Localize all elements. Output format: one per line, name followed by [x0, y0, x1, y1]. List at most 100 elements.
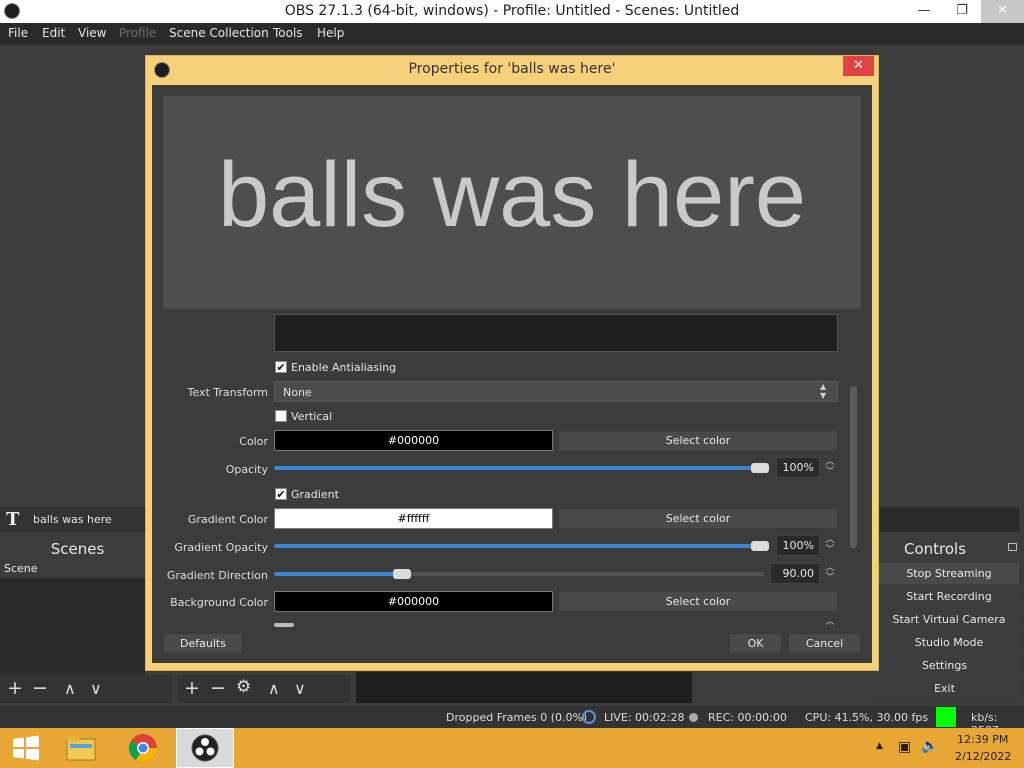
gradient-opacity-slider[interactable] [274, 544, 769, 548]
enable-antialiasing-label: Enable Antialiasing [291, 361, 397, 374]
menu-file[interactable]: File [8, 26, 28, 40]
minimize-button[interactable]: — [905, 0, 943, 23]
controls-header: Controls [903, 540, 967, 558]
rec-dot-icon [689, 713, 698, 722]
menu-tools[interactable]: Tools [273, 26, 303, 40]
scenes-list: Scene [0, 560, 145, 675]
menu-help[interactable]: Help [317, 26, 344, 40]
dialog-title: Properties for 'balls was here' [408, 61, 616, 77]
gradient-color-swatch: #ffffff [274, 508, 553, 529]
background-color-label: Background Color [170, 596, 268, 609]
enable-antialiasing-checkbox[interactable]: ✔ [275, 361, 287, 373]
menu-edit[interactable]: Edit [42, 26, 65, 40]
dropped-frames: Dropped Frames 0 (0.0%) [446, 711, 588, 724]
gradient-direction-spin-arrows-icon[interactable]: ︿ ﹀ [823, 563, 837, 585]
text-transform-value: None [283, 386, 312, 399]
restore-button[interactable]: ❐ [943, 0, 981, 23]
dialog-close-button[interactable]: ✕ [843, 56, 874, 76]
move-scene-down-icon[interactable]: ∨ [90, 679, 102, 698]
opacity-slider-handle[interactable] [751, 463, 769, 473]
stop-streaming-button[interactable]: Stop Streaming [879, 563, 1019, 584]
gradient-direction-slider-handle[interactable] [393, 569, 411, 579]
gradient-checkbox[interactable]: ✔ [275, 488, 287, 500]
chevron-updown-icon: ▲ ▼ [820, 382, 827, 400]
studio-mode-button[interactable]: Studio Mode [879, 632, 1019, 653]
gradient-opacity-spin-arrows-icon[interactable]: ︿ ﹀ [823, 535, 837, 557]
opacity-label: Opacity [225, 463, 268, 476]
file-explorer-taskbar-icon[interactable] [57, 728, 105, 768]
gradient-direction-slider-fill [274, 572, 397, 576]
gradient-direction-slider[interactable] [274, 572, 764, 576]
status-bar: Dropped Frames 0 (0.0%) LIVE: 00:02:28 R… [0, 706, 1024, 737]
clock-date[interactable]: 2/12/2022 [955, 750, 1011, 763]
network-icon[interactable]: ▣ [898, 739, 911, 755]
defaults-button[interactable]: Defaults [163, 633, 243, 654]
gradient-color-label: Gradient Color [187, 513, 268, 526]
menu-profile[interactable]: Profile [119, 26, 156, 40]
undock-icon[interactable] [1008, 543, 1017, 551]
volume-icon[interactable]: 🔈 [921, 738, 938, 754]
chrome-taskbar-icon[interactable] [119, 728, 167, 768]
move-scene-up-icon[interactable]: ∧ [64, 679, 76, 698]
menu-scene-collection[interactable]: Scene Collection [169, 26, 269, 40]
cancel-button[interactable]: Cancel [788, 633, 861, 654]
window-titlebar: OBS 27.1.3 (64-bit, windows) - Profile: … [0, 0, 1024, 23]
start-recording-button[interactable]: Start Recording [879, 586, 1019, 607]
show-hidden-icons-icon[interactable]: ▲ [876, 741, 883, 751]
select-color-button[interactable]: Select color [558, 430, 838, 451]
gradient-select-color-button[interactable]: Select color [558, 508, 838, 529]
gradient-opacity-slider-fill [274, 544, 769, 548]
scenes-header: Scenes [50, 540, 105, 558]
clock-time[interactable]: 12:39 PM [957, 733, 1008, 746]
text-transform-select[interactable]: None ▲ ▼ [274, 381, 838, 402]
background-color-swatch: #000000 [274, 591, 553, 612]
rec-time: REC: 00:00:00 [708, 711, 787, 724]
close-button[interactable]: ✕ [981, 0, 1024, 23]
opacity-spinbox[interactable]: 100% [776, 457, 820, 478]
opacity-slider[interactable] [274, 466, 769, 470]
move-source-up-icon[interactable]: ∧ [268, 679, 280, 698]
source-name: balls was here [33, 513, 112, 526]
gradient-opacity-spinbox[interactable]: 100% [776, 535, 820, 556]
live-signal-icon [582, 710, 596, 724]
add-scene-icon[interactable]: + [7, 677, 23, 699]
source-settings-icon[interactable]: ⚙ [236, 677, 251, 697]
window-title: OBS 27.1.3 (64-bit, windows) - Profile: … [284, 3, 740, 19]
stream-health-indicator [936, 707, 956, 727]
text-input[interactable] [274, 314, 838, 352]
gradient-opacity-slider-handle[interactable] [751, 541, 769, 551]
start-virtual-camera-button[interactable]: Start Virtual Camera [879, 609, 1019, 630]
text-transform-label: Text Transform [187, 386, 268, 399]
add-source-icon[interactable]: + [184, 677, 200, 699]
opacity-spin-arrows-icon[interactable]: ︿ ﹀ [823, 457, 837, 479]
gradient-label: Gradient [291, 488, 339, 501]
color-label: Color [239, 435, 268, 448]
sources-toolbar: + − ⚙ ∧ ∨ [178, 675, 350, 703]
scene-item[interactable]: Scene [0, 560, 145, 578]
scenes-toolbar: + − ∧ ∨ [0, 675, 172, 703]
source-bar-right [879, 507, 1019, 532]
move-source-down-icon[interactable]: ∨ [294, 679, 306, 698]
gradient-direction-label: Gradient Direction [166, 569, 268, 582]
ok-button[interactable]: OK [729, 633, 782, 654]
cpu-usage: CPU: 41.5%, 30.00 fps [805, 711, 929, 724]
color-swatch: #000000 [274, 430, 553, 451]
gradient-direction-spinbox[interactable]: 90.00 [770, 563, 820, 584]
audio-mixer-area [356, 672, 692, 703]
text-source-icon: T [6, 509, 20, 530]
obs-taskbar-icon[interactable] [176, 728, 234, 768]
background-select-color-button[interactable]: Select color [558, 591, 838, 612]
exit-button[interactable]: Exit [870, 678, 1019, 699]
menu-bar: File Edit View Profile Scene Collection … [0, 23, 1024, 45]
remove-source-icon[interactable]: − [210, 677, 226, 699]
preview-text: balls was here [163, 145, 861, 245]
settings-button[interactable]: Settings [870, 655, 1019, 676]
windows-logo-icon [13, 735, 39, 761]
cutoff-spin-arrows-icon: ︿ [825, 617, 835, 627]
menu-view[interactable]: View [78, 26, 106, 40]
remove-scene-icon[interactable]: − [32, 677, 48, 699]
dialog-scrollbar[interactable] [850, 386, 857, 548]
vertical-checkbox[interactable] [275, 410, 287, 422]
start-button[interactable] [2, 728, 50, 768]
gradient-opacity-label: Gradient Opacity [174, 541, 268, 554]
